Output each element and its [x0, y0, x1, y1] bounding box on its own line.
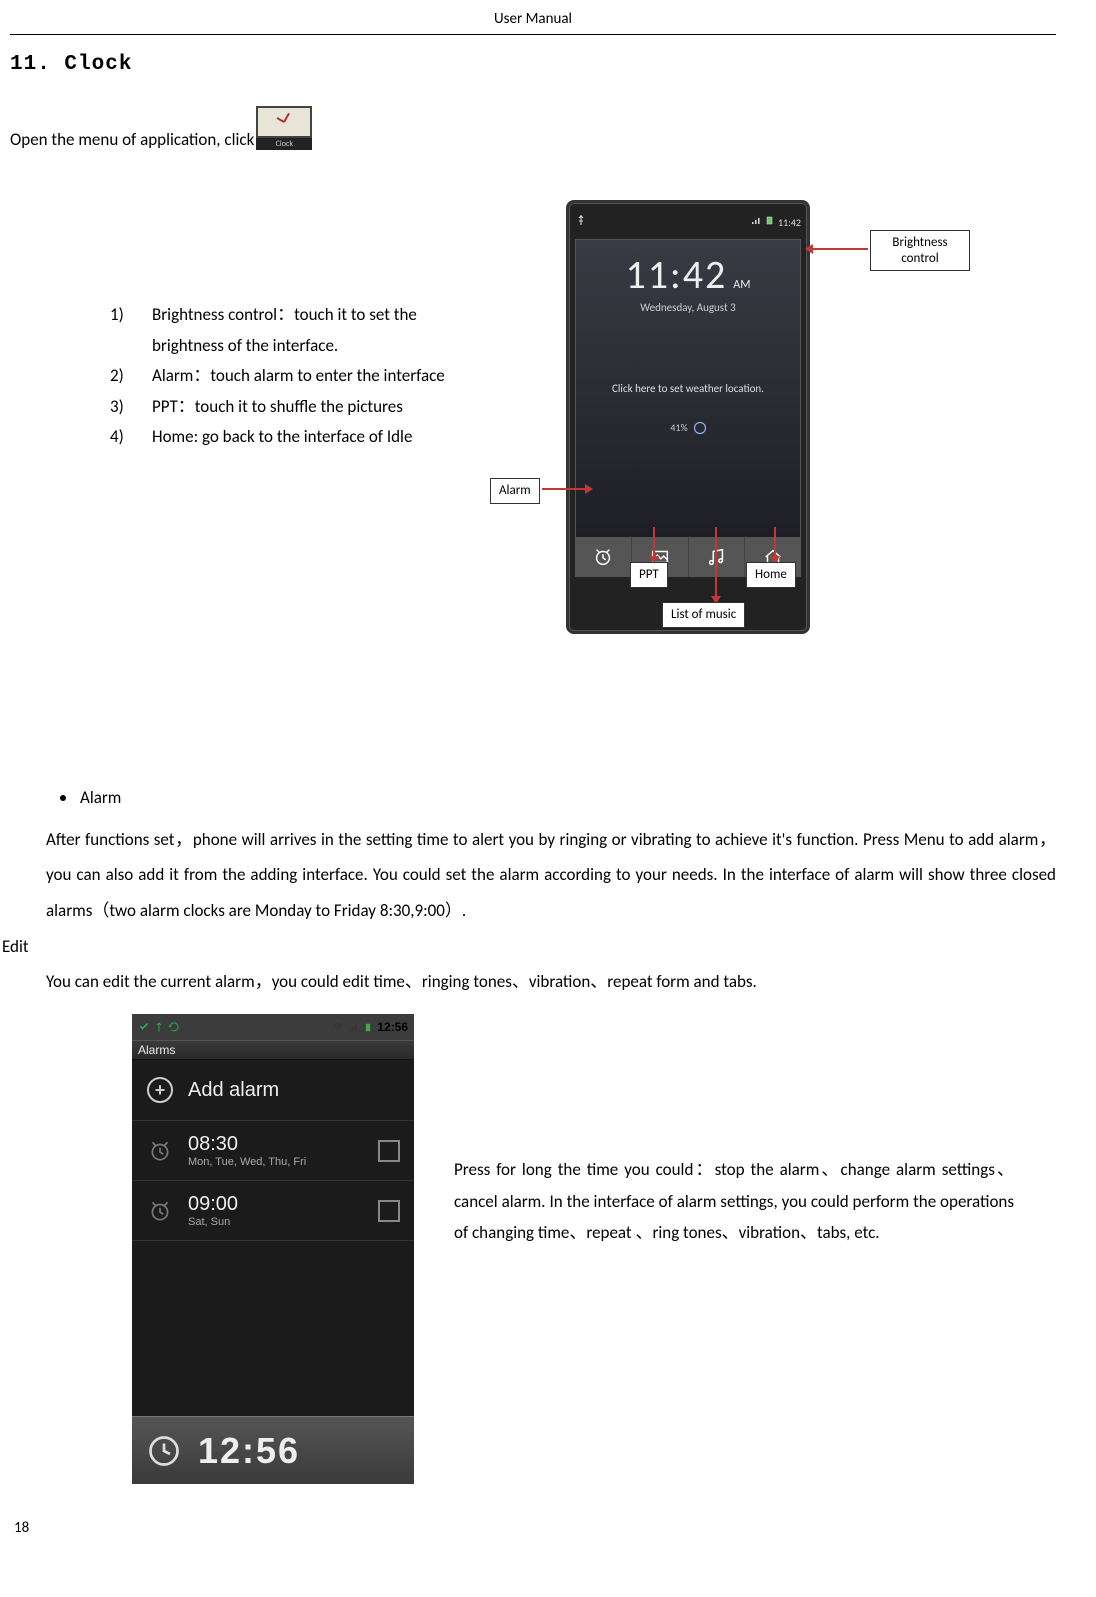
callout-music: List of music — [662, 602, 745, 628]
clock-app-icon-label: Clock — [256, 138, 312, 150]
clock-date: Wednesday, August 3 — [576, 299, 800, 314]
callout-home: Home — [746, 562, 796, 588]
desk-clock-time: 12:56 — [198, 1430, 300, 1472]
feature-text: Home: go back to the interface of Idle — [152, 422, 412, 453]
feature-item: 1) Brightness control：touch it to set th… — [110, 300, 460, 361]
alarms-title: Alarms — [132, 1040, 414, 1060]
status-right: 11:42 — [750, 214, 801, 229]
bullet-dot-icon — [60, 795, 66, 801]
toolbar-alarm-button[interactable] — [575, 537, 632, 577]
feature-list: 1) Brightness control：touch it to set th… — [10, 200, 460, 453]
feature-num: 4) — [110, 422, 134, 453]
battery-icon — [362, 1021, 374, 1033]
phone-mock-alarms: 12:56 Alarms + Add alarm 08:30 Mon, Tue,… — [132, 1014, 414, 1484]
add-alarm-label: Add alarm — [188, 1079, 279, 1102]
feature-text: Alarm：touch alarm to enter the interface — [152, 361, 445, 392]
clock-time: 11:42 — [626, 250, 728, 299]
desk-clock-icon — [146, 1433, 182, 1469]
refresh-icon — [168, 1021, 180, 1033]
alarm-paragraph: After functions set，phone will arrives i… — [10, 822, 1056, 929]
wifi-icon — [332, 1021, 344, 1033]
edit-paragraph: You can edit the current alarm，you could… — [10, 964, 1056, 1000]
open-application-line: Open the menu of application, click Cloc… — [10, 106, 1056, 150]
charging-icon — [694, 422, 706, 434]
alarm-clock-icon — [146, 1197, 174, 1225]
weather-hint[interactable]: Click here to set weather location. — [576, 314, 800, 395]
clock-screen-diagram: 11:42 11:42 AM Wednesday, August 3 Click… — [490, 200, 1030, 660]
feature-num: 2) — [110, 361, 134, 392]
alarm-toggle[interactable] — [378, 1140, 400, 1162]
status-left-icons — [575, 214, 587, 229]
arrow-ppt — [653, 527, 655, 557]
arrow-home — [774, 527, 776, 557]
feature-item: 2) Alarm：touch alarm to enter the interf… — [110, 361, 460, 392]
usb-icon — [153, 1021, 165, 1033]
arrow-music — [715, 527, 717, 597]
valid-icon — [138, 1021, 150, 1033]
feature-item: 4) Home: go back to the interface of Idl… — [110, 422, 460, 453]
alarms-status-time: 12:56 — [377, 1020, 408, 1034]
signal-icon — [347, 1021, 359, 1033]
feature-text: PPT：touch it to shuffle the pictures — [152, 392, 403, 423]
alarm-toggle[interactable] — [378, 1200, 400, 1222]
alarms-statusbar: 12:56 — [132, 1014, 414, 1040]
plus-icon: + — [147, 1077, 173, 1103]
alarm-row[interactable]: 08:30 Mon, Tue, Wed, Thu, Fri — [132, 1121, 414, 1181]
status-time: 11:42 — [778, 216, 801, 229]
feature-num: 3) — [110, 392, 134, 423]
clock-ampm: AM — [733, 278, 750, 292]
arrow-brightness — [812, 248, 868, 250]
page-header: User Manual — [10, 10, 1056, 34]
battery-percent: 41% — [670, 421, 687, 434]
signal-icon — [750, 214, 762, 226]
battery-icon — [764, 214, 776, 226]
feature-num: 1) — [110, 300, 134, 361]
section-title: 11. Clock — [10, 53, 1056, 76]
feature-text: Brightness control：touch it to set the b… — [152, 300, 460, 361]
clock-app-icon: Clock — [256, 106, 312, 150]
alarm-days: Sat, Sun — [188, 1216, 238, 1228]
alarm-icon — [592, 546, 614, 568]
header-rule — [10, 34, 1056, 35]
page-number: 18 — [14, 1519, 29, 1537]
alarm-clock-icon — [146, 1137, 174, 1165]
desk-clock-bar[interactable]: 12:56 — [132, 1416, 414, 1484]
callout-ppt: PPT — [630, 562, 668, 588]
open-line-text: Open the menu of application, click — [10, 129, 254, 150]
alarm-time: 08:30 — [188, 1133, 306, 1156]
add-alarm-row[interactable]: + Add alarm — [132, 1060, 414, 1121]
bullet-label: Alarm — [80, 780, 121, 816]
long-press-paragraph: Press for long the time you could：stop t… — [454, 1014, 1014, 1248]
alarm-time: 09:00 — [188, 1193, 238, 1216]
alarm-days: Mon, Tue, Wed, Thu, Fri — [188, 1156, 306, 1168]
alarm-row[interactable]: 09:00 Sat, Sun — [132, 1181, 414, 1241]
usb-icon — [575, 214, 587, 226]
feature-item: 3) PPT：touch it to shuffle the pictures — [110, 392, 460, 423]
callout-alarm: Alarm — [490, 478, 540, 504]
callout-brightness: Brightness control — [870, 230, 970, 271]
alarm-bullet: Alarm — [60, 780, 1056, 816]
edit-label: Edit — [2, 929, 1056, 965]
arrow-alarm — [542, 488, 586, 490]
